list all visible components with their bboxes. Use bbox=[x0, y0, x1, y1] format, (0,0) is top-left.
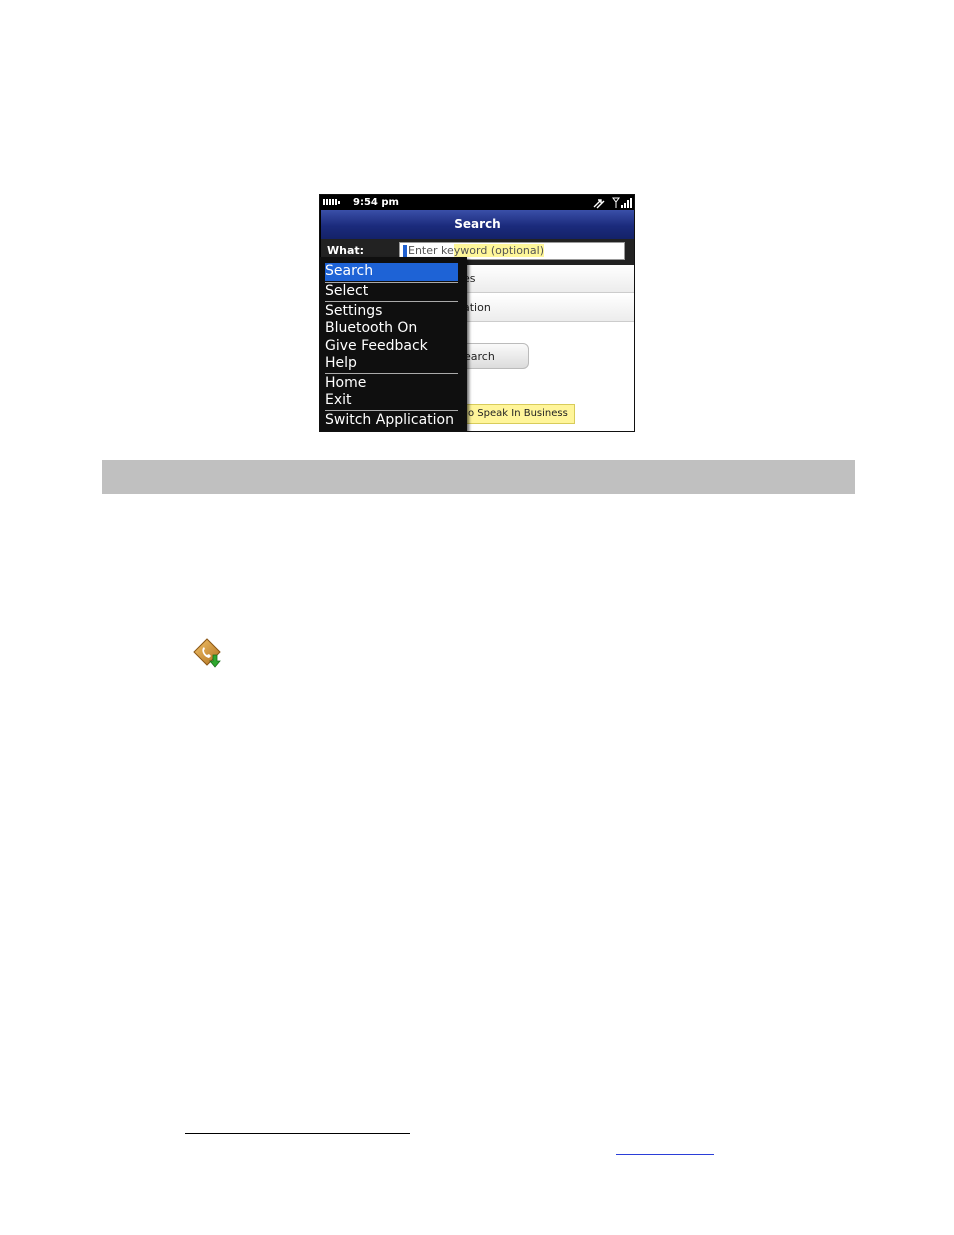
menu-item-settings[interactable]: Settings bbox=[325, 303, 458, 321]
battery-icon bbox=[323, 199, 345, 206]
what-label: What: bbox=[327, 244, 365, 257]
menu-item-exit[interactable]: Exit bbox=[325, 392, 458, 410]
keyword-placeholder-right: yword (optional) bbox=[453, 244, 544, 257]
search-button-label: earch bbox=[464, 350, 495, 363]
context-menu: Search Select Settings Bluetooth On Give… bbox=[320, 257, 467, 431]
keyword-placeholder-left: Enter ke bbox=[408, 244, 454, 257]
menu-item-bluetooth[interactable]: Bluetooth On bbox=[325, 320, 458, 338]
data-arrows-icon bbox=[593, 199, 605, 209]
phone-download-app-icon bbox=[193, 638, 221, 668]
menu-separator bbox=[325, 301, 458, 302]
menu-item-home[interactable]: Home bbox=[325, 375, 458, 393]
text-cursor bbox=[403, 245, 407, 257]
screen-title: Search bbox=[321, 210, 634, 239]
signal-strength-icon bbox=[612, 197, 632, 208]
location-row-label: ation bbox=[463, 301, 491, 314]
menu-item-help[interactable]: Help bbox=[325, 355, 458, 373]
phone-screenshot: 9:54 pm Search What: Enter keyword (opti… bbox=[319, 194, 635, 432]
menu-item-select[interactable]: Select bbox=[325, 283, 458, 301]
status-bar: 9:54 pm bbox=[320, 195, 634, 210]
footnote-separator bbox=[185, 1133, 410, 1134]
section-header-band bbox=[102, 460, 855, 494]
menu-item-switch-application[interactable]: Switch Application bbox=[325, 412, 458, 430]
footnote-link-underline[interactable] bbox=[616, 1154, 714, 1155]
menu-separator bbox=[325, 410, 458, 411]
menu-item-search[interactable]: Search bbox=[325, 263, 458, 281]
menu-separator bbox=[325, 373, 458, 374]
speak-banner-label: o Speak In Business bbox=[468, 408, 568, 419]
menu-item-give-feedback[interactable]: Give Feedback bbox=[325, 338, 458, 356]
status-time: 9:54 pm bbox=[353, 197, 399, 208]
